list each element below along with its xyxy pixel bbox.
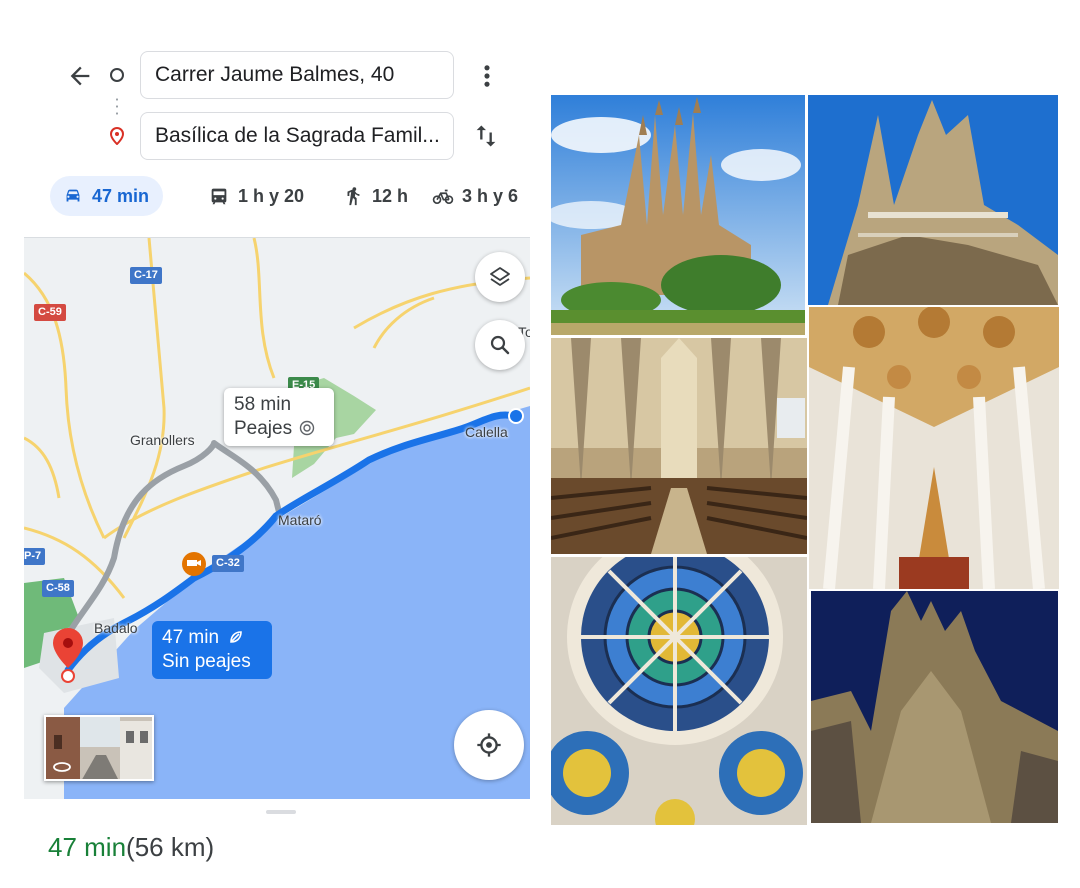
transit-icon xyxy=(211,188,227,205)
travel-mode-tabs: 47 min 1 h y 20 12 h 3 h y 6 xyxy=(50,176,532,216)
back-arrow-icon[interactable] xyxy=(66,62,94,90)
main-route-note: Sin peajes xyxy=(162,651,251,672)
street-view-thumbnail[interactable] xyxy=(44,715,154,781)
tab-transit-label: 1 h y 20 xyxy=(238,185,305,206)
place-badalona: Badalo xyxy=(94,620,138,636)
route-dots-divider xyxy=(116,96,118,118)
sheet-drag-handle[interactable] xyxy=(266,810,296,814)
summary-distance: (56 km) xyxy=(126,832,215,862)
alt-route-note: Peajes xyxy=(234,418,293,439)
main-route-time: 47 min xyxy=(162,627,220,648)
tab-driving[interactable]: 47 min xyxy=(50,176,164,216)
tab-cycling-label: 3 h y 6 xyxy=(462,185,519,206)
alt-route-time: 58 min xyxy=(234,394,292,415)
rose-window-photo xyxy=(551,557,807,825)
road-badge-c32: C-32 xyxy=(212,555,244,572)
place-mataro: Mataró xyxy=(278,512,322,528)
tab-walking-label: 12 h xyxy=(372,185,409,206)
my-location-icon xyxy=(477,733,501,757)
night-facade-photo xyxy=(811,591,1058,823)
bottom-sheet[interactable]: 47 min(56 km) xyxy=(22,800,532,888)
summary-time: 47 min xyxy=(48,832,127,862)
main-route-callout[interactable]: 47 min Sin peajes xyxy=(152,621,272,679)
alt-route-callout[interactable]: 58 min Peajes xyxy=(224,388,334,446)
tab-transit[interactable]: 1 h y 20 xyxy=(208,176,304,216)
search-icon xyxy=(490,335,510,355)
route-summary: 47 min(56 km) xyxy=(48,832,214,863)
origin-input[interactable]: Carrer Jaume Balmes, 40 xyxy=(140,51,454,99)
destination-pin-icon xyxy=(109,127,125,145)
sagrada-familia-facade-photo xyxy=(551,95,805,335)
tab-walking[interactable]: 12 h xyxy=(342,176,408,216)
car-icon xyxy=(66,189,80,202)
road-badge-p7: P-7 xyxy=(24,548,46,565)
maps-directions-panel: Carrer Jaume Balmes, 40 Basílica de la S… xyxy=(22,0,532,888)
road-badge-c59: C-59 xyxy=(34,304,66,321)
destination-input[interactable]: Basílica de la Sagrada Famil... xyxy=(140,112,454,160)
layers-icon xyxy=(490,267,510,286)
origin-circle-icon xyxy=(110,68,124,82)
tab-cycling[interactable]: 3 h y 6 xyxy=(432,176,518,216)
eco-leaf-icon xyxy=(230,631,243,643)
sagrada-familia-towers-photo xyxy=(808,95,1058,305)
walk-icon xyxy=(347,187,360,206)
place-calella: Calella xyxy=(465,424,508,440)
tab-driving-label: 47 min xyxy=(92,185,150,206)
map-search-button[interactable] xyxy=(475,320,525,370)
bike-icon xyxy=(432,189,454,204)
vaulted-ceiling-photo xyxy=(809,307,1059,589)
more-vert-icon[interactable] xyxy=(478,62,496,90)
swap-vert-icon[interactable] xyxy=(472,121,500,151)
my-location-button[interactable] xyxy=(454,710,524,780)
layers-button[interactable] xyxy=(475,252,525,302)
road-badge-c58: C-58 xyxy=(42,580,74,597)
street-view-360-icon xyxy=(53,762,71,772)
place-granollers: Granollers xyxy=(130,432,195,448)
toll-icon xyxy=(300,420,315,436)
route-map[interactable]: C-17 C-59 E-15 C-32 C-58 P-7 Granollers … xyxy=(24,237,530,799)
nave-interior-photo xyxy=(551,338,807,554)
road-badge-c17: C-17 xyxy=(130,267,162,284)
